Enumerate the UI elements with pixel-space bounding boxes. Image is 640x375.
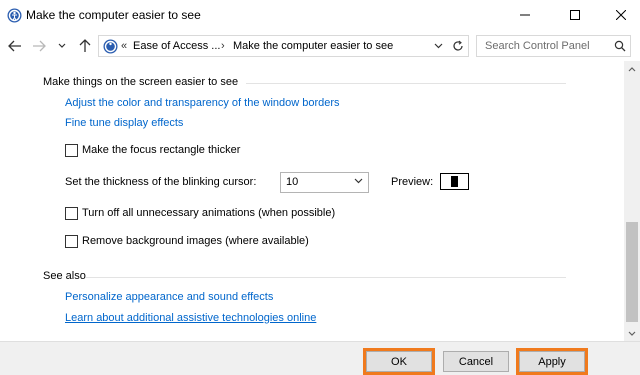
refresh-icon (453, 40, 463, 51)
ease-of-access-icon (7, 8, 22, 23)
arrow-left-icon (8, 40, 21, 52)
cancel-button[interactable]: Cancel (443, 351, 509, 372)
cursor-thickness-select[interactable]: 10 (280, 172, 369, 193)
background-images-checkbox[interactable] (65, 234, 78, 248)
search-icon[interactable] (614, 40, 626, 52)
refresh-button[interactable] (450, 38, 466, 54)
maximize-button[interactable] (552, 0, 598, 30)
focus-rectangle-checkbox[interactable] (65, 143, 78, 157)
breadcrumb-separator[interactable]: › (221, 40, 225, 52)
scroll-down-button[interactable] (624, 325, 640, 341)
chevron-down-icon (434, 43, 442, 49)
cursor-preview-bar (451, 176, 458, 187)
breadcrumb-current[interactable]: Make the computer easier to see (233, 40, 393, 52)
checkbox-row-focus-rectangle[interactable]: Make the focus rectangle thicker (65, 143, 240, 157)
recent-locations-button[interactable] (55, 37, 69, 55)
cursor-thickness-value: 10 (286, 176, 299, 188)
section-heading-screen: Make things on the screen easier to see (43, 76, 239, 88)
animations-label: Turn off all unnecessary animations (whe… (82, 207, 336, 219)
vertical-scrollbar[interactable] (624, 61, 640, 341)
dialog-footer: OK Cancel Apply (0, 341, 640, 375)
animations-checkbox[interactable] (65, 206, 78, 220)
section-divider (86, 277, 566, 278)
link-personalize[interactable]: Personalize appearance and sound effects (65, 291, 273, 303)
chevron-up-icon (628, 66, 636, 71)
search-placeholder: Search Control Panel (485, 40, 590, 52)
cursor-thickness-label: Set the thickness of the blinking cursor… (65, 176, 257, 188)
navigation-bar: « Ease of Access ... › Make the computer… (0, 31, 640, 61)
close-icon (616, 10, 626, 20)
cursor-preview (440, 173, 469, 190)
title-bar: Make the computer easier to see (0, 0, 640, 31)
arrow-right-icon (33, 40, 46, 52)
minimize-button[interactable] (502, 0, 548, 30)
link-display-effects[interactable]: Fine tune display effects (65, 117, 183, 129)
address-dropdown-button[interactable] (430, 38, 446, 54)
section-heading-see-also: See also (43, 270, 86, 282)
preview-label: Preview: (391, 176, 434, 188)
arrow-up-icon (79, 39, 91, 52)
close-button[interactable] (598, 0, 640, 30)
minimize-icon (520, 14, 530, 16)
overflow-chevron[interactable]: « (121, 40, 127, 52)
scroll-up-button[interactable] (624, 61, 640, 77)
checkbox-row-animations[interactable]: Turn off all unnecessary animations (whe… (65, 206, 335, 220)
section-divider (246, 83, 566, 84)
breadcrumb-ease-of-access[interactable]: Ease of Access ... (133, 40, 220, 52)
background-images-label: Remove background images (where availabl… (82, 235, 309, 247)
ease-of-access-icon (103, 39, 118, 54)
window-title: Make the computer easier to see (26, 8, 201, 22)
forward-button[interactable] (30, 37, 48, 55)
link-assistive-technologies[interactable]: Learn about additional assistive technol… (65, 312, 316, 324)
link-window-borders[interactable]: Adjust the color and transparency of the… (65, 97, 340, 109)
maximize-icon (570, 10, 580, 20)
search-box[interactable]: Search Control Panel (476, 35, 631, 57)
chevron-down-icon (354, 178, 363, 184)
apply-button[interactable]: Apply (516, 348, 588, 375)
scroll-thumb[interactable] (626, 222, 638, 322)
back-button[interactable] (6, 37, 24, 55)
address-bar[interactable]: « Ease of Access ... › Make the computer… (98, 35, 469, 57)
up-button[interactable] (76, 37, 94, 55)
checkbox-row-background-images[interactable]: Remove background images (where availabl… (65, 234, 309, 248)
chevron-down-icon (58, 43, 66, 48)
chevron-down-icon (628, 331, 636, 336)
focus-rectangle-label: Make the focus rectangle thicker (82, 144, 241, 156)
ok-button[interactable]: OK (363, 348, 435, 375)
content-area: Make things on the screen easier to see … (0, 61, 624, 341)
